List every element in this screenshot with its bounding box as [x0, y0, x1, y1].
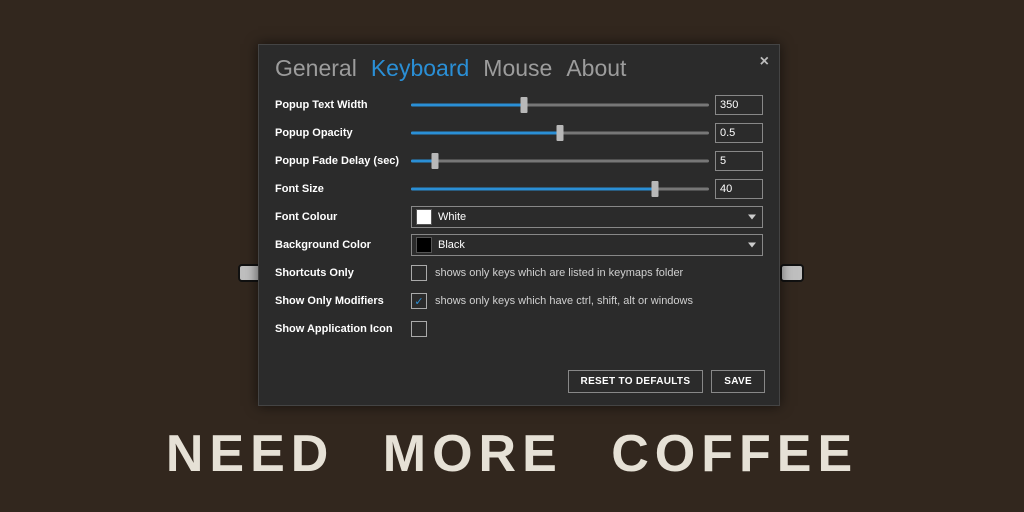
form-body: Popup Text Width 350 Popup Opacity 0.5 P… — [259, 88, 779, 350]
row-font-size: Font Size 40 — [275, 176, 763, 202]
tab-bar: General Keyboard Mouse About — [259, 45, 779, 88]
row-shortcuts-only: Shortcuts Only shows only keys which are… — [275, 260, 763, 286]
label-popup-opacity: Popup Opacity — [275, 127, 411, 139]
input-font-size[interactable]: 40 — [715, 179, 763, 199]
input-popup-opacity[interactable]: 0.5 — [715, 123, 763, 143]
tab-mouse[interactable]: Mouse — [483, 55, 552, 82]
checkbox-show-only-modifiers[interactable]: ✓ — [411, 293, 427, 309]
tab-about[interactable]: About — [566, 55, 626, 82]
label-popup-text-width: Popup Text Width — [275, 99, 411, 111]
select-background-color[interactable]: Black — [411, 234, 763, 256]
hint-show-only-modifiers: shows only keys which have ctrl, shift, … — [435, 295, 693, 307]
row-font-colour: Font Colour White — [275, 204, 763, 230]
label-shortcuts-only: Shortcuts Only — [275, 267, 411, 279]
row-background-color: Background Color Black — [275, 232, 763, 258]
select-font-colour-value: White — [438, 211, 466, 223]
input-popup-text-width[interactable]: 350 — [715, 95, 763, 115]
close-icon[interactable]: × — [760, 53, 769, 71]
label-show-only-modifiers: Show Only Modifiers — [275, 295, 411, 307]
checkbox-shortcuts-only[interactable] — [411, 265, 427, 281]
dialog-footer: RESET TO DEFAULTS SAVE — [259, 350, 779, 405]
label-font-colour: Font Colour — [275, 211, 411, 223]
slider-popup-fade-delay[interactable] — [411, 154, 709, 168]
tab-general[interactable]: General — [275, 55, 357, 82]
row-show-app-icon: Show Application Icon — [275, 316, 763, 342]
settings-dialog: × General Keyboard Mouse About Popup Tex… — [258, 44, 780, 406]
row-show-only-modifiers: Show Only Modifiers ✓ shows only keys wh… — [275, 288, 763, 314]
label-popup-fade-delay: Popup Fade Delay (sec) — [275, 155, 411, 167]
save-button[interactable]: SAVE — [711, 370, 765, 393]
label-background-color: Background Color — [275, 239, 411, 251]
row-popup-fade-delay: Popup Fade Delay (sec) 5 — [275, 148, 763, 174]
row-popup-opacity: Popup Opacity 0.5 — [275, 120, 763, 146]
select-font-colour[interactable]: White — [411, 206, 763, 228]
bg-shape — [780, 264, 804, 282]
chevron-down-icon — [748, 215, 756, 220]
hint-shortcuts-only: shows only keys which are listed in keym… — [435, 267, 683, 279]
slider-popup-opacity[interactable] — [411, 126, 709, 140]
label-show-app-icon: Show Application Icon — [275, 323, 411, 335]
row-popup-text-width: Popup Text Width 350 — [275, 92, 763, 118]
slider-font-size[interactable] — [411, 182, 709, 196]
reset-to-defaults-button[interactable]: RESET TO DEFAULTS — [568, 370, 704, 393]
slider-popup-text-width[interactable] — [411, 98, 709, 112]
input-popup-fade-delay[interactable]: 5 — [715, 151, 763, 171]
background-text: NEED MORE COFFEE — [0, 424, 1024, 484]
swatch-font-colour — [416, 209, 432, 225]
swatch-background-color — [416, 237, 432, 253]
chevron-down-icon — [748, 243, 756, 248]
checkbox-show-app-icon[interactable] — [411, 321, 427, 337]
tab-keyboard[interactable]: Keyboard — [371, 55, 469, 82]
label-font-size: Font Size — [275, 183, 411, 195]
select-background-color-value: Black — [438, 239, 465, 251]
